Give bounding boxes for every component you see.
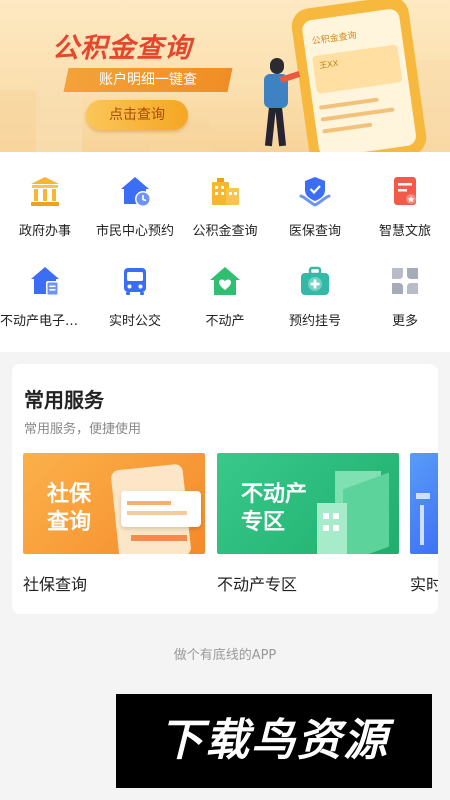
watermark-overlay: 下载鸟资源 xyxy=(116,694,432,788)
service-label: 不动产专区 xyxy=(217,575,298,594)
grid-item-label: 公积金查询 xyxy=(192,224,258,239)
grid-item-label: 医保查询 xyxy=(288,224,341,239)
house-heart-icon xyxy=(210,267,240,295)
banner-subtitle: 账户明细一键查 xyxy=(63,68,233,92)
section-subtitle: 常用服务，便捷使用 xyxy=(24,422,142,437)
service-label: 实时公交 xyxy=(410,575,438,594)
bus-icon xyxy=(124,268,146,295)
grid-item-label: 实时公交 xyxy=(108,314,161,329)
home-clock-icon xyxy=(121,177,151,207)
hero-banner[interactable]: 公积金查询 账户明细一键查 点击查询 公积金查询 王XX xyxy=(0,0,450,152)
grid-item-medical-insurance[interactable]: 医保查询 xyxy=(270,152,360,239)
service-label: 社保查询 xyxy=(23,575,88,594)
grid-item-label: 更多 xyxy=(391,314,418,329)
phone-title: 公积金查询 xyxy=(311,30,358,48)
grid-item-real-estate[interactable]: 不动产 xyxy=(180,242,270,329)
phone-card-name: 王XX xyxy=(318,58,339,71)
footer-note: 做个有底线的APP xyxy=(173,648,277,663)
service-card-social-security[interactable]: 社保 查询 社保查询 xyxy=(23,453,205,594)
grid-item-property-e-certificate[interactable]: 不动产电子证照 xyxy=(0,242,90,329)
grid-item-real-time-bus[interactable]: 实时公交 xyxy=(90,242,180,329)
bus-banner-image xyxy=(410,453,438,554)
medical-kit-icon xyxy=(301,266,329,295)
service-card-real-time-bus[interactable]: 实时公交 xyxy=(410,453,438,594)
home-document-icon xyxy=(31,267,59,296)
banner-query-button[interactable]: 点击查询 xyxy=(86,100,188,130)
service-grid: 政府办事 市民中心预约 公积金查询 医保查询 智慧文旅 不动产电子证照 实时公交… xyxy=(0,152,450,352)
shield-hands-icon xyxy=(299,177,331,207)
grid-item-citizen-center-booking[interactable]: 市民中心预约 xyxy=(90,152,180,239)
grid-item-label: 不动产 xyxy=(205,314,245,329)
grid-item-government-affairs[interactable]: 政府办事 xyxy=(0,152,90,239)
service-image-text: 不动产 专区 xyxy=(241,482,308,535)
document-red-icon xyxy=(394,177,416,205)
grid-item-appointment-registration[interactable]: 预约挂号 xyxy=(270,242,360,329)
fund-building-icon xyxy=(212,178,239,205)
section-title: 常用服务 xyxy=(24,388,104,412)
more-grid-icon xyxy=(392,268,418,294)
person-illustration xyxy=(256,58,301,150)
phone-illustration: 公积金查询 王XX xyxy=(289,0,429,152)
building-decoration xyxy=(0,90,40,152)
grid-item-housing-fund[interactable]: 公积金查询 xyxy=(180,152,270,239)
grid-item-smart-culture-tourism[interactable]: 智慧文旅 xyxy=(360,152,450,239)
social-security-banner-image: 社保 查询 xyxy=(23,453,205,554)
government-building-icon xyxy=(31,177,59,206)
real-estate-banner-image: 不动产 专区 xyxy=(217,453,399,554)
grid-item-more[interactable]: 更多 xyxy=(360,242,450,329)
grid-item-label: 不动产电子证照 xyxy=(0,314,90,329)
banner-title: 公积金查询 xyxy=(52,33,192,64)
common-services-card: 常用服务 常用服务，便捷使用 社保 查询 社保查询 不动产 专区 不动产专区 实… xyxy=(12,364,438,614)
grid-item-label: 预约挂号 xyxy=(288,314,341,329)
grid-item-label: 政府办事 xyxy=(18,224,71,239)
grid-item-label: 智慧文旅 xyxy=(378,224,431,239)
service-image-text: 社保 查询 xyxy=(47,482,92,535)
service-card-real-estate-zone[interactable]: 不动产 专区 不动产专区 xyxy=(217,453,399,594)
phone-card: 王XX xyxy=(311,44,403,94)
grid-item-label: 市民中心预约 xyxy=(95,224,174,239)
